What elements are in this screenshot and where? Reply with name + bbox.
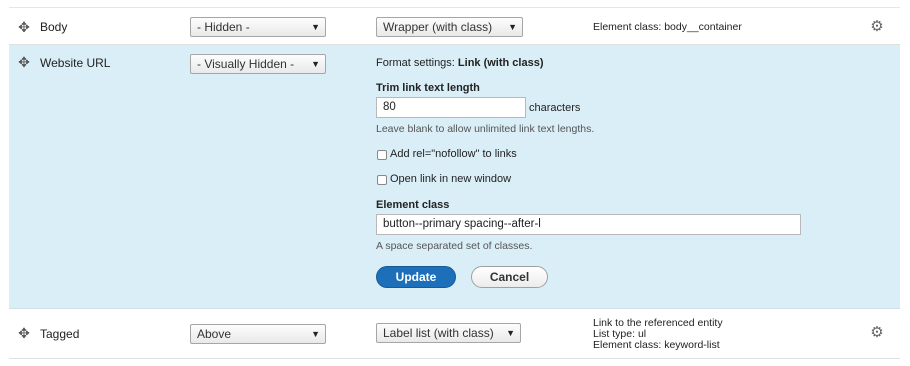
label-display-select[interactable]: - Hidden - ▼ (190, 17, 326, 37)
chevron-down-icon: ▼ (508, 22, 517, 32)
input-value: button--primary spacing--after-l (383, 218, 541, 230)
format-summary: Element class: body__container (593, 21, 742, 33)
nofollow-checkbox[interactable] (377, 150, 387, 160)
format-settings-format: Link (with class) (457, 57, 544, 69)
field-row-website-url: ✥ Website URL - Visually Hidden - ▼ Form… (9, 45, 900, 309)
label-display-select[interactable]: Above ▼ (190, 324, 326, 344)
trim-length-description: Leave blank to allow unlimited link text… (376, 123, 595, 135)
chevron-down-icon: ▼ (311, 59, 320, 69)
field-row-tagged: ✥ Tagged Above ▼ Label list (with class)… (9, 309, 900, 359)
cancel-button[interactable]: Cancel (471, 266, 548, 288)
format-settings-heading: Format settings: Link (with class) (376, 57, 544, 69)
element-class-label: Element class (376, 199, 450, 211)
chevron-down-icon: ▼ (311, 329, 320, 339)
format-select[interactable]: Label list (with class) ▼ (376, 323, 521, 343)
format-summary: Link to the referenced entity List type:… (593, 318, 723, 351)
update-button[interactable]: Update (376, 266, 456, 288)
chevron-down-icon: ▼ (311, 22, 320, 32)
field-name: Tagged (40, 327, 80, 341)
format-select[interactable]: Wrapper (with class) ▼ (376, 17, 523, 37)
gear-icon[interactable]: ⚙ (869, 325, 885, 341)
field-row-body: ✥ Body - Hidden - ▼ Wrapper (with class)… (9, 7, 900, 45)
field-name: Website URL (40, 56, 111, 70)
select-value: Label list (with class) (383, 326, 494, 340)
select-value: - Hidden - (197, 20, 250, 34)
summary-line: Element class: keyword-list (593, 339, 720, 351)
label-display-select[interactable]: - Visually Hidden - ▼ (190, 54, 326, 74)
new-window-checkbox[interactable] (377, 175, 387, 185)
new-window-label[interactable]: Open link in new window (390, 173, 511, 185)
nofollow-label[interactable]: Add rel="nofollow" to links (390, 148, 517, 160)
gear-icon[interactable]: ⚙ (869, 19, 885, 35)
trim-length-input[interactable]: 80 (376, 97, 526, 118)
move-handle-icon[interactable]: ✥ (17, 326, 31, 340)
element-class-description: A space separated set of classes. (376, 240, 533, 252)
format-settings-prefix: Format settings: (376, 57, 458, 69)
element-class-input[interactable]: button--primary spacing--after-l (376, 214, 801, 235)
select-value: Above (197, 327, 232, 341)
select-value: Wrapper (with class) (383, 20, 493, 34)
field-name: Body (40, 20, 68, 34)
move-handle-icon[interactable]: ✥ (17, 55, 31, 69)
trim-length-suffix: characters (529, 102, 581, 114)
move-handle-icon[interactable]: ✥ (17, 20, 31, 34)
chevron-down-icon: ▼ (506, 328, 515, 338)
select-value: - Visually Hidden - (197, 57, 295, 71)
input-value: 80 (383, 101, 396, 113)
trim-length-label: Trim link text length (376, 82, 480, 94)
